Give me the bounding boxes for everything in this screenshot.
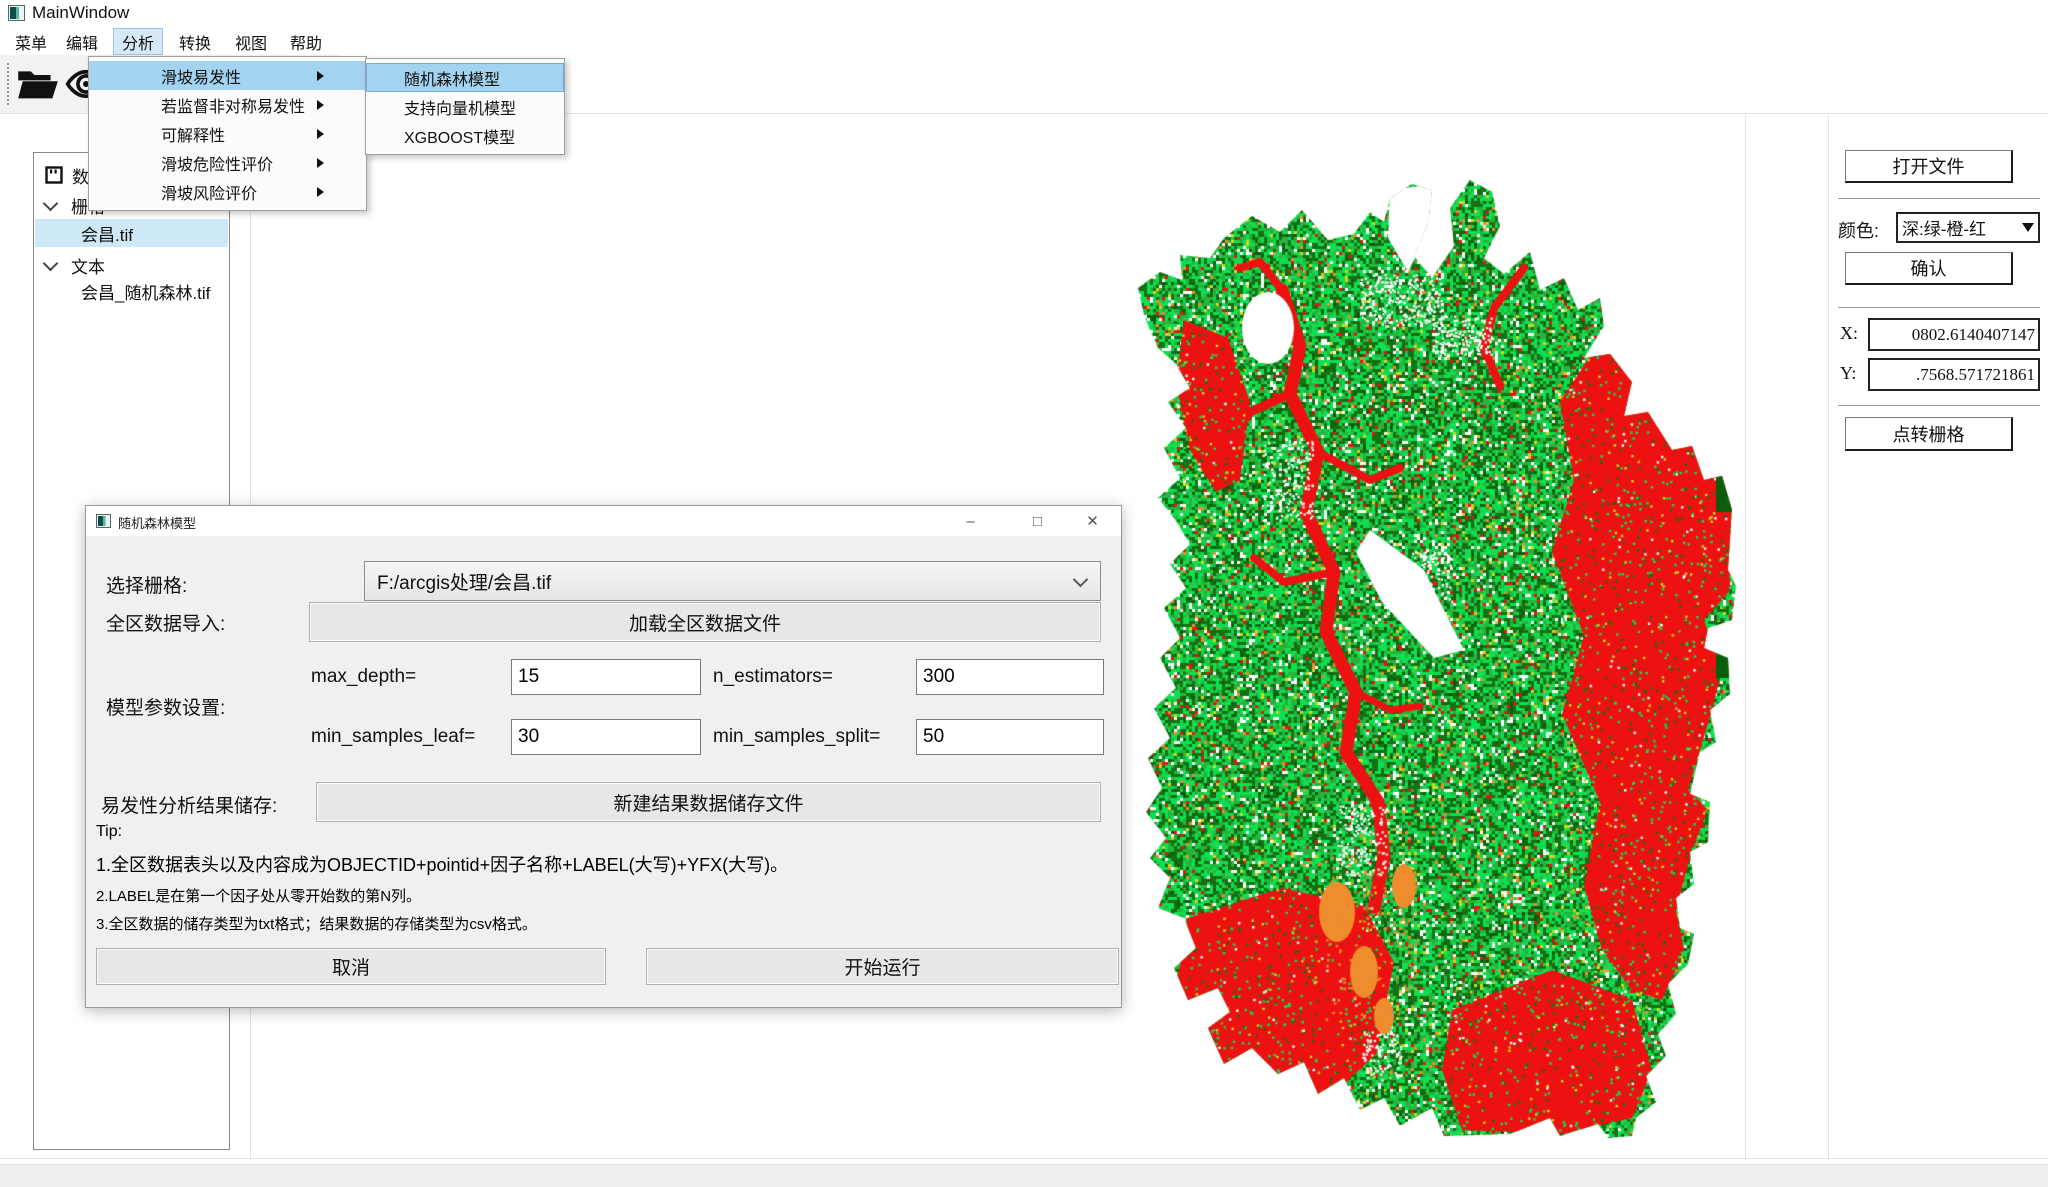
tree-item-text-label: 会昌_随机森林.tif <box>81 279 210 304</box>
raster-select-value: F:/arcgis处理/会昌.tif <box>377 568 551 595</box>
window-title: MainWindow <box>32 3 129 23</box>
color-ramp-select[interactable]: 深:绿-橙-红 <box>1896 212 2040 243</box>
tip-title: Tip: <box>96 823 122 841</box>
tree-item-raster-label: 会昌.tif <box>81 221 133 246</box>
dropdown-arrow-icon <box>2022 223 2034 232</box>
raster-map-canvas[interactable] <box>1132 150 1744 1140</box>
separator <box>1838 198 2040 199</box>
menu-item-susceptibility[interactable]: 滑坡易发性 <box>89 61 366 90</box>
tree-group-text[interactable]: 文本 <box>35 251 228 279</box>
open-file-button[interactable]: 打开文件 <box>1845 150 2013 183</box>
chevron-down-icon <box>1073 572 1089 588</box>
cancel-button[interactable]: 取消 <box>96 948 606 985</box>
bottom-separator <box>0 1158 2048 1159</box>
submenu-item-random-forest[interactable]: 随机森林模型 <box>366 63 564 92</box>
title-bar: MainWindow <box>0 0 2048 28</box>
map-area-right-border <box>1745 115 1746 1160</box>
n-estimators-label: n_estimators= <box>713 666 833 688</box>
menu-item-hazard-eval[interactable]: 滑坡危险性评价 <box>89 148 366 177</box>
menu-caidan[interactable]: 菜单 <box>6 28 56 55</box>
max-depth-input[interactable] <box>511 659 701 695</box>
chevron-down-icon[interactable] <box>43 255 59 271</box>
dialog-title: 随机森林模型 <box>118 513 196 532</box>
min-samples-leaf-input[interactable] <box>511 719 701 755</box>
tree-group-text-label: 文本 <box>71 253 105 278</box>
color-label: 颜色: <box>1838 217 1879 243</box>
app-icon <box>8 5 25 21</box>
import-label: 全区数据导入: <box>106 609 225 636</box>
dialog-icon <box>96 514 111 528</box>
submenu-arrow-icon <box>317 71 324 81</box>
menu-item-risk-eval[interactable]: 滑坡风险评价 <box>89 177 366 206</box>
right-panel-separator <box>1828 115 1829 1160</box>
result-store-label: 易发性分析结果储存: <box>101 791 277 818</box>
submenu-arrow-icon <box>317 129 324 139</box>
menu-bangzhu[interactable]: 帮助 <box>281 28 331 55</box>
min-samples-split-label: min_samples_split= <box>713 726 880 748</box>
tree-item-text-file[interactable]: 会昌_随机森林.tif <box>35 277 228 305</box>
random-forest-dialog: 随机森林模型 – □ ✕ 选择栅格: F:/arcgis处理/会昌.tif 全区… <box>85 505 1122 1008</box>
raster-select-combobox[interactable]: F:/arcgis处理/会昌.tif <box>364 561 1101 601</box>
model-submenu-popup: 随机森林模型 支持向量机模型 XGBOOST模型 <box>365 58 565 155</box>
params-label: 模型参数设置: <box>106 693 225 720</box>
color-ramp-value: 深:绿-橙-红 <box>1902 215 1986 240</box>
tip-line-1: 1.全区数据表头以及内容成为OBJECTID+pointid+因子名称+LABE… <box>96 851 788 877</box>
menu-bar: 菜单 编辑 分析 转换 视图 帮助 <box>0 28 2048 55</box>
separator <box>1838 307 2040 308</box>
dialog-title-bar[interactable]: 随机森林模型 – □ ✕ <box>86 506 1121 536</box>
x-coordinate-field[interactable]: 0802.6140407147 <box>1868 318 2040 351</box>
tip-line-3: 3.全区数据的储存类型为txt格式；结果数据的存储类型为csv格式。 <box>96 913 537 934</box>
data-panel-icon <box>45 166 63 184</box>
tip-line-2: 2.LABEL是在第一个因子处从零开始数的第N列。 <box>96 885 421 906</box>
min-samples-split-input[interactable] <box>916 719 1104 755</box>
close-button[interactable]: ✕ <box>1070 506 1115 536</box>
load-region-data-button[interactable]: 加载全区数据文件 <box>309 602 1101 642</box>
status-bar <box>0 1164 2048 1187</box>
open-folder-icon[interactable] <box>16 66 60 102</box>
chevron-down-icon[interactable] <box>43 195 59 211</box>
menu-fenxi[interactable]: 分析 <box>113 28 163 55</box>
point-to-raster-button[interactable]: 点转栅格 <box>1845 417 2013 451</box>
menu-item-semi-supervised[interactable]: 若监督非对称易发性 <box>89 90 366 119</box>
y-label: Y: <box>1840 363 1856 384</box>
submenu-item-xgboost[interactable]: XGBOOST模型 <box>366 121 564 150</box>
raster-select-label: 选择栅格: <box>106 571 187 598</box>
analysis-menu-popup: 滑坡易发性 若监督非对称易发性 可解释性 滑坡危险性评价 滑坡风险评价 <box>88 56 367 211</box>
run-button[interactable]: 开始运行 <box>646 948 1119 985</box>
y-coordinate-field[interactable]: .7568.571721861 <box>1868 358 2040 391</box>
confirm-button[interactable]: 确认 <box>1845 252 2013 285</box>
maximize-button[interactable]: □ <box>1015 506 1060 536</box>
tree-item-raster-file[interactable]: 会昌.tif <box>35 219 228 247</box>
menu-shitu[interactable]: 视图 <box>226 28 276 55</box>
minimize-button[interactable]: – <box>948 506 993 536</box>
menu-zhuanhuan[interactable]: 转换 <box>170 28 220 55</box>
separator <box>1838 405 2040 406</box>
x-label: X: <box>1840 323 1858 344</box>
submenu-item-svm[interactable]: 支持向量机模型 <box>366 92 564 121</box>
submenu-arrow-icon <box>317 158 324 168</box>
n-estimators-input[interactable] <box>916 659 1104 695</box>
min-samples-leaf-label: min_samples_leaf= <box>311 726 475 748</box>
menu-item-interpretability[interactable]: 可解释性 <box>89 119 366 148</box>
max-depth-label: max_depth= <box>311 666 416 688</box>
toolbar-drag-handle[interactable] <box>7 63 9 105</box>
new-result-file-button[interactable]: 新建结果数据储存文件 <box>316 782 1101 822</box>
submenu-arrow-icon <box>317 100 324 110</box>
submenu-arrow-icon <box>317 187 324 197</box>
main-window: MainWindow 菜单 编辑 分析 转换 视图 帮助 <box>0 0 2048 1187</box>
menu-bianji[interactable]: 编辑 <box>57 28 107 55</box>
